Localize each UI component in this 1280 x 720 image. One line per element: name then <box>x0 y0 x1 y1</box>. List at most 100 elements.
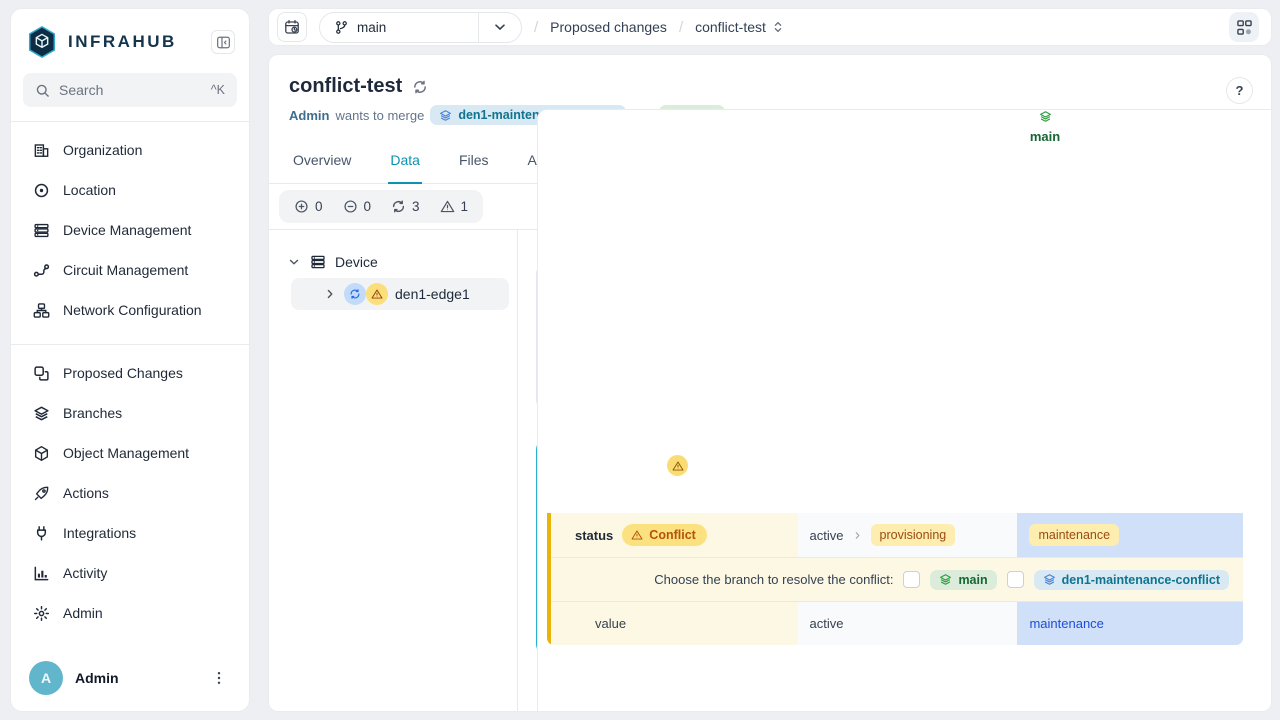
user-row: A Admin <box>23 655 237 699</box>
sidebar-item-device-management[interactable]: Device Management <box>23 210 237 250</box>
updated-indicator <box>344 283 366 305</box>
sidebar-item-label: Actions <box>63 485 109 501</box>
breadcrumb-section[interactable]: Proposed changes <box>550 19 667 35</box>
sidebar-item-integrations[interactable]: Integrations <box>23 513 237 553</box>
divider <box>11 121 249 122</box>
building-icon <box>33 142 50 159</box>
sidebar-item-object-management[interactable]: Object Management <box>23 433 237 473</box>
chevron-down-icon <box>287 255 301 269</box>
sidebar-item-label: Organization <box>63 142 142 158</box>
breadcrumb-separator: / <box>534 19 538 36</box>
breadcrumb-current-label: conflict-test <box>695 19 766 35</box>
warning-triangle-icon <box>440 199 455 214</box>
cube-icon <box>33 445 50 462</box>
nav-secondary: Proposed Changes Branches Object Managem… <box>23 353 237 633</box>
sidebar-item-branches[interactable]: Branches <box>23 393 237 433</box>
brand: INFRAHUB <box>23 23 237 73</box>
plus-circle-icon <box>294 199 309 214</box>
diff-stats: 0 0 3 1 <box>279 190 483 223</box>
user-name: Admin <box>75 670 195 686</box>
tree-node-den1-edge1[interactable]: den1-edge1 <box>291 278 509 310</box>
tab-data[interactable]: Data <box>388 141 422 184</box>
sidebar-item-label: Admin <box>63 605 103 621</box>
help-button[interactable]: ? <box>1226 77 1253 104</box>
resolve-branch-badge[interactable]: den1-maintenance-conflict <box>1034 570 1229 590</box>
search-shortcut: ^K <box>211 83 225 97</box>
rocket-icon <box>33 485 50 502</box>
schema-icon <box>1236 19 1253 36</box>
new-value-pill: provisioning <box>871 524 956 546</box>
sidebar-item-label: Circuit Management <box>63 262 188 278</box>
refresh-icon <box>412 79 428 95</box>
sidebar-item-proposed-changes[interactable]: Proposed Changes <box>23 353 237 393</box>
chevron-down-icon <box>492 19 508 35</box>
panel-collapse-icon <box>216 35 231 50</box>
refresh-icon <box>391 199 406 214</box>
sidebar-item-label: Device Management <box>63 222 191 238</box>
schema-visualizer-button[interactable] <box>1229 12 1259 42</box>
gear-icon <box>33 605 50 622</box>
tab-files[interactable]: Files <box>457 141 491 184</box>
branch-selector-caret[interactable] <box>478 13 521 42</box>
sidebar-item-activity[interactable]: Activity <box>23 553 237 593</box>
sidebar: INFRAHUB Search ^K Organization Location… <box>10 8 250 712</box>
plug-icon <box>33 525 50 542</box>
layers-icon <box>939 573 952 586</box>
layers-icon <box>439 109 452 122</box>
user-menu-button[interactable] <box>207 666 231 690</box>
sidebar-item-network-configuration[interactable]: Network Configuration <box>23 290 237 330</box>
sidebar-item-location[interactable]: Location <box>23 170 237 210</box>
nav-primary: Organization Location Device Management … <box>23 130 237 330</box>
minus-circle-icon <box>343 199 358 214</box>
attribute-label-cell: status Conflict <box>547 513 798 557</box>
resolve-main-checkbox[interactable] <box>903 571 920 588</box>
git-branch-icon <box>334 20 349 35</box>
property-label-cell: value <box>547 602 798 645</box>
breadcrumb-current[interactable]: conflict-test <box>695 19 785 35</box>
resolve-prompt: Choose the branch to resolve the conflic… <box>654 572 893 587</box>
sidebar-item-admin[interactable]: Admin <box>23 593 237 633</box>
network-icon <box>33 302 50 319</box>
conflict-indicator <box>667 455 688 476</box>
main-panel: conflict-test Admin wants to merge den1-… <box>268 54 1272 712</box>
branch-selector-value: main <box>357 20 386 35</box>
tree-node-device[interactable]: Device <box>285 254 509 270</box>
layers-icon <box>33 405 50 422</box>
sidebar-item-label: Activity <box>63 565 107 581</box>
conflict-indicator <box>366 283 388 305</box>
search-placeholder: Search <box>59 82 202 98</box>
tree-node-label: den1-edge1 <box>395 286 470 302</box>
refresh-proposed-change-button[interactable] <box>412 79 428 95</box>
sidebar-item-actions[interactable]: Actions <box>23 473 237 513</box>
warning-triangle-icon <box>672 460 684 472</box>
conflict-badge: Conflict <box>622 524 707 546</box>
warning-triangle-icon <box>371 288 383 300</box>
bar-chart-icon <box>33 565 50 582</box>
sidebar-item-circuit-management[interactable]: Circuit Management <box>23 250 237 290</box>
tree-node-label: Device <box>335 254 378 270</box>
sidebar-item-label: Location <box>63 182 116 198</box>
diff-pane: Updated InterfaceL3 Ethernet1 main den1-… <box>518 230 1271 711</box>
refresh-icon <box>349 288 361 300</box>
stat-conflicts: 1 <box>440 199 469 214</box>
sidebar-item-label: Integrations <box>63 525 136 541</box>
sidebar-item-organization[interactable]: Organization <box>23 130 237 170</box>
time-travel-button[interactable] <box>277 12 307 42</box>
diff-tree-panel: Device den1-edge1 <box>269 230 518 711</box>
server-icon <box>310 254 326 270</box>
page-title: conflict-test <box>289 75 402 98</box>
search-input[interactable]: Search ^K <box>23 73 237 107</box>
resolve-main-badge[interactable]: main <box>930 570 996 590</box>
branch-selector[interactable]: main <box>319 12 522 43</box>
collapse-sidebar-button[interactable] <box>211 30 235 54</box>
main-value-cell: active provisioning <box>798 513 1018 557</box>
tab-overview[interactable]: Overview <box>291 141 353 184</box>
chevron-right-icon <box>852 530 863 541</box>
sidebar-item-label: Proposed Changes <box>63 365 183 381</box>
divider <box>11 344 249 345</box>
resolve-branch-checkbox[interactable] <box>1007 571 1024 588</box>
server-icon <box>33 222 50 239</box>
search-icon <box>35 83 50 98</box>
stat-removed: 0 <box>343 199 372 214</box>
warning-triangle-icon <box>631 529 643 541</box>
